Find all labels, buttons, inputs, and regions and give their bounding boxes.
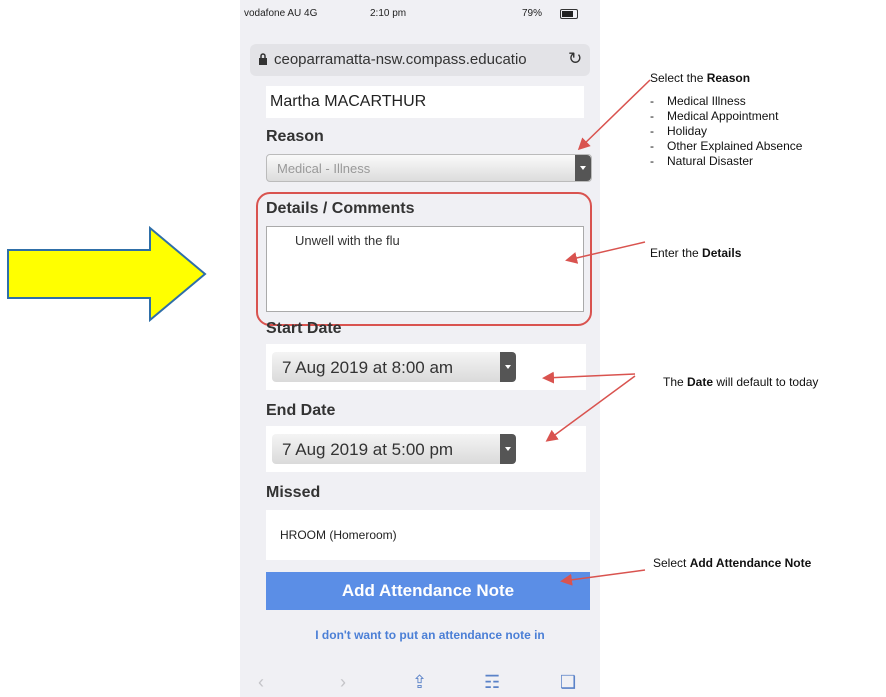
reason-options-list: Medical Illness Medical Appointment Holi… xyxy=(667,94,802,169)
reason-option: Natural Disaster xyxy=(667,154,802,169)
add-note-instruction-bold: Add Attendance Note xyxy=(689,556,812,570)
reason-instruction-bold: Reason xyxy=(706,71,751,85)
details-instruction-bold: Details xyxy=(702,246,742,260)
add-note-instruction: Select Add Attendance Note xyxy=(653,556,811,570)
details-arrow xyxy=(565,241,646,264)
reason-option: Medical Appointment xyxy=(667,109,802,124)
reason-instruction-pre: Select the xyxy=(650,71,707,85)
reason-option: Other Explained Absence xyxy=(667,139,802,154)
date-instruction-post: will default to today xyxy=(713,375,819,389)
add-note-arrow xyxy=(560,569,646,586)
end-date-arrow xyxy=(545,375,636,442)
details-instruction: Enter the Details xyxy=(650,246,741,260)
date-instruction: The Date will default to today xyxy=(663,375,818,389)
reason-option: Medical Illness xyxy=(667,94,802,109)
date-instruction-pre: The xyxy=(663,375,688,389)
reason-instruction: Select the Reason xyxy=(650,71,750,85)
reason-arrow xyxy=(577,79,651,151)
reason-option: Holiday xyxy=(667,124,802,139)
add-note-instruction-pre: Select xyxy=(653,556,690,570)
start-date-arrow xyxy=(542,371,636,384)
date-instruction-bold: Date xyxy=(687,375,714,389)
details-instruction-pre: Enter the xyxy=(650,246,703,260)
